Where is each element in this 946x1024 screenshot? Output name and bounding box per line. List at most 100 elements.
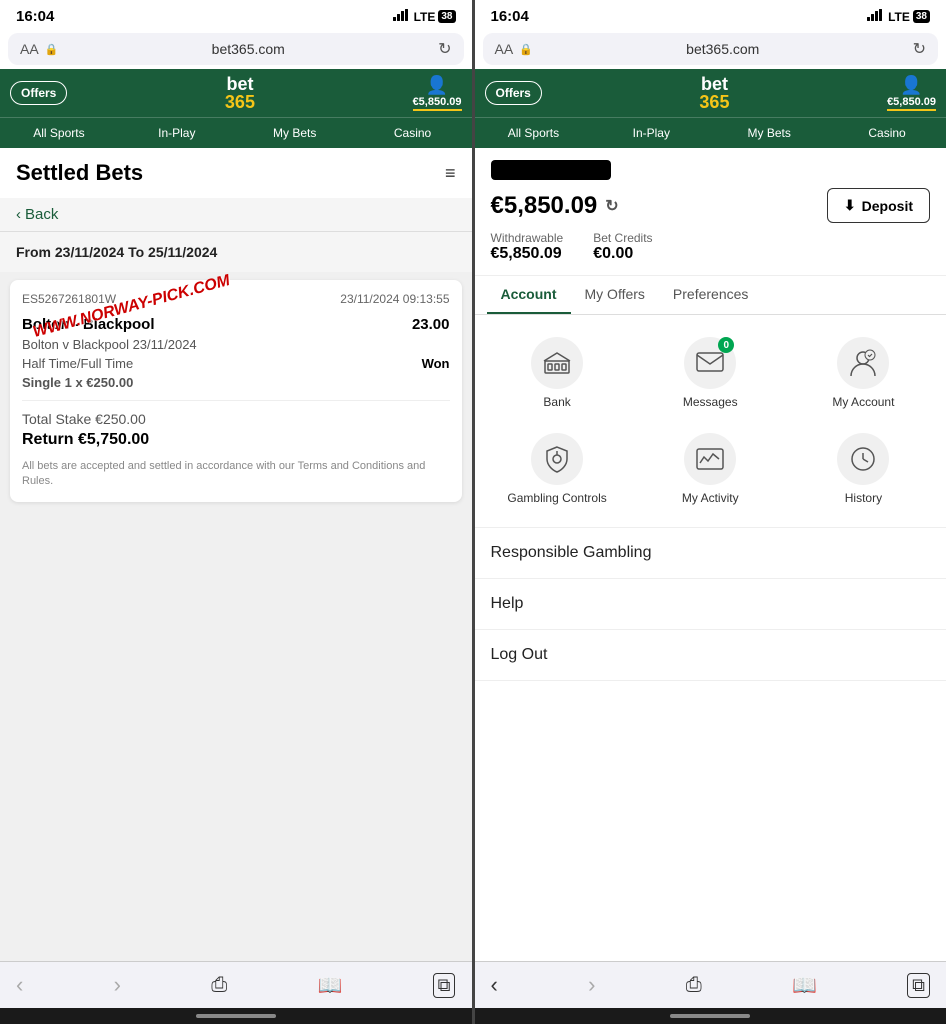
bet-match: Bolton - Blackpool 23.00 <box>22 316 450 333</box>
withdrawable-amount: €5,850.09 <box>491 245 562 262</box>
deposit-label: Deposit <box>862 198 913 214</box>
bookmarks-icon-left[interactable]: 📖 <box>317 973 342 998</box>
page-title: Settled Bets <box>16 160 143 186</box>
bet-stake: Single 1 x €250.00 <box>22 375 450 390</box>
responsible-gambling-item[interactable]: Responsible Gambling <box>475 528 946 579</box>
browser-back-left[interactable]: ‹ <box>16 972 23 998</box>
bank-label: Bank <box>543 395 570 409</box>
aa-left: AA <box>20 41 39 57</box>
logo-365-right: 365 <box>699 92 729 112</box>
time-right: 16:04 <box>491 8 529 25</box>
bet-datetime: 23/11/2024 09:13:55 <box>340 292 449 306</box>
time-left: 16:04 <box>16 8 54 25</box>
settled-bets-header: Settled Bets ≡ <box>0 148 472 198</box>
address-bar-right[interactable]: AA 🔒 bet365.com ↻ <box>483 33 939 65</box>
aa-right: AA <box>495 41 514 57</box>
back-chevron: ‹ <box>16 206 21 223</box>
bet-credits-item: Bet Credits €0.00 <box>593 231 652 263</box>
account-balance-left: €5,850.09 <box>413 96 462 111</box>
bet-odds: 23.00 <box>412 316 450 333</box>
deposit-button[interactable]: ⬇ Deposit <box>827 188 930 223</box>
help-item[interactable]: Help <box>475 579 946 630</box>
offers-btn-left[interactable]: Offers <box>10 81 67 105</box>
gambling-controls-icon-circle <box>531 433 583 485</box>
status-bar-left: 16:04 LTE 38 <box>0 0 472 29</box>
signal-icon-right <box>867 9 885 24</box>
nav-header-right: Offers bet 365 👤 €5,850.09 <box>475 69 946 117</box>
bet-disclaimer: All bets are accepted and settled in acc… <box>22 459 450 490</box>
offers-btn-right[interactable]: Offers <box>485 81 542 105</box>
hamburger-icon[interactable]: ≡ <box>445 163 456 184</box>
history-icon-circle <box>837 433 889 485</box>
account-icon-left[interactable]: 👤 €5,850.09 <box>413 75 462 111</box>
my-activity-icon-circle <box>684 433 736 485</box>
deposit-icon: ⬇ <box>844 197 856 214</box>
gambling-controls-item[interactable]: Gambling Controls <box>483 423 632 515</box>
account-icon-right[interactable]: 👤 €5,850.09 <box>887 75 936 111</box>
sports-nav-right: All Sports In-Play My Bets Casino <box>475 117 946 148</box>
withdrawable-label: Withdrawable <box>491 231 564 245</box>
my-activity-label: My Activity <box>682 491 739 505</box>
lte-label-right: LTE <box>888 10 910 24</box>
back-label: Back <box>25 206 58 223</box>
refresh-right[interactable]: ↻ <box>913 39 926 59</box>
logo-bet-right: bet <box>701 74 728 94</box>
messages-badge: 0 <box>718 337 734 353</box>
refresh-balance-icon[interactable]: ↻ <box>605 196 618 216</box>
battery-right: 38 <box>913 10 930 23</box>
history-label: History <box>845 491 882 505</box>
messages-item[interactable]: 0 Messages <box>636 327 785 419</box>
nav-casino-right[interactable]: Casino <box>828 118 946 148</box>
nav-header-left: Offers bet 365 👤 €5,850.09 <box>0 69 472 117</box>
lock-icon-left: 🔒 <box>45 43 59 56</box>
nav-mybets-left[interactable]: My Bets <box>236 118 354 148</box>
bet-card: ES5267261801W 23/11/2024 09:13:55 Bolton… <box>10 280 462 502</box>
tab-account[interactable]: Account <box>487 276 571 314</box>
right-phone: 16:04 LTE 38 AA 🔒 bet365.com ↻ <box>472 0 946 1024</box>
history-item[interactable]: History <box>789 423 938 515</box>
my-activity-item[interactable]: My Activity <box>636 423 785 515</box>
log-out-item[interactable]: Log Out <box>475 630 946 681</box>
nav-all-sports-left[interactable]: All Sports <box>0 118 118 148</box>
battery-left: 38 <box>438 10 455 23</box>
gambling-controls-label: Gambling Controls <box>507 491 606 505</box>
tabs-icon-right[interactable]: ⧉ <box>907 973 930 998</box>
nav-inplay-right[interactable]: In-Play <box>592 118 710 148</box>
bookmarks-icon-right[interactable]: 📖 <box>792 973 817 998</box>
logo-bet-left: bet <box>226 74 253 94</box>
address-bar-left[interactable]: AA 🔒 bet365.com ↻ <box>8 33 464 65</box>
sports-nav-left: All Sports In-Play My Bets Casino <box>0 117 472 148</box>
refresh-left[interactable]: ↻ <box>438 39 451 59</box>
lte-label-left: LTE <box>414 10 436 24</box>
domain-left: bet365.com <box>64 41 432 57</box>
browser-forward-left[interactable]: › <box>114 972 121 998</box>
bet-credits-label: Bet Credits <box>593 231 652 245</box>
account-balance-right: €5,850.09 <box>887 96 936 111</box>
tabs-icon-left[interactable]: ⧉ <box>433 973 456 998</box>
share-icon-left[interactable]: ⎙ <box>211 974 227 997</box>
tab-preferences[interactable]: Preferences <box>659 276 762 314</box>
account-icons-grid: Bank 0 Messages <box>475 315 946 528</box>
nav-mybets-right[interactable]: My Bets <box>710 118 828 148</box>
logo-365-left: 365 <box>225 92 255 112</box>
signal-icon-left <box>393 9 411 24</box>
account-balance-section: €5,850.09 ↻ ⬇ Deposit Withdrawable €5,85… <box>475 148 946 276</box>
bank-item[interactable]: Bank <box>483 327 632 419</box>
back-link[interactable]: ‹ Back <box>0 198 472 232</box>
account-tabs: Account My Offers Preferences <box>475 276 946 315</box>
domain-right: bet365.com <box>539 41 907 57</box>
main-balance: €5,850.09 ↻ <box>491 192 619 220</box>
bet-teams: Bolton - Blackpool <box>22 316 155 333</box>
browser-forward-right[interactable]: › <box>588 972 595 998</box>
messages-icon-circle: 0 <box>684 337 736 389</box>
tab-my-offers[interactable]: My Offers <box>571 276 659 314</box>
nav-casino-left[interactable]: Casino <box>354 118 472 148</box>
share-icon-right[interactable]: ⎙ <box>686 974 702 997</box>
nav-inplay-left[interactable]: In-Play <box>118 118 236 148</box>
signal-icons-left: LTE 38 <box>393 9 456 24</box>
status-bar-right: 16:04 LTE 38 <box>475 0 946 29</box>
browser-back-right[interactable]: ‹ <box>491 972 498 998</box>
bet-type-row: Half Time/Full Time Won <box>22 356 450 371</box>
my-account-item[interactable]: My Account <box>789 327 938 419</box>
nav-all-sports-right[interactable]: All Sports <box>475 118 593 148</box>
